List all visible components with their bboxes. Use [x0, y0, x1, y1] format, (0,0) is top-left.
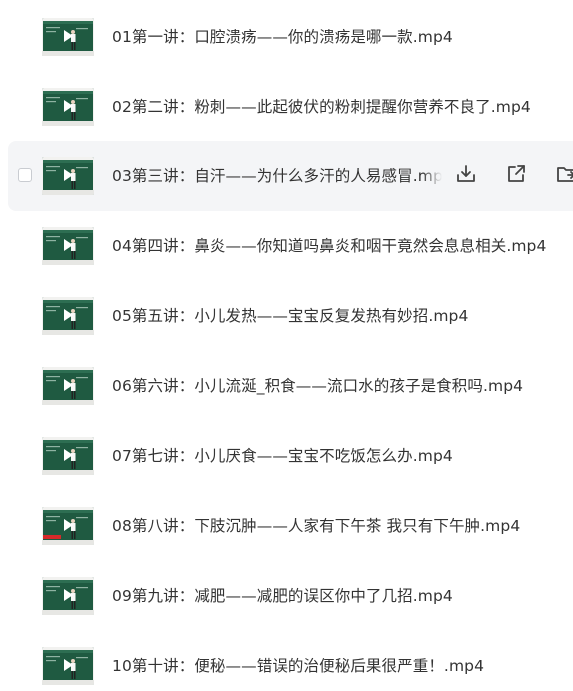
file-row[interactable]: 01第一讲：口腔溃疡——你的溃疡是哪一款.mp4 [8, 2, 573, 72]
video-play-icon [42, 227, 94, 265]
file-row[interactable]: 05第五讲：小儿发热——宝宝反复发热有妙招.mp4 [8, 281, 573, 351]
file-name[interactable]: 07第七讲：小儿厌食——宝宝不吃饭怎么办.mp4 [112, 421, 453, 491]
video-play-icon [42, 437, 94, 475]
video-play-icon [42, 577, 94, 615]
file-name[interactable]: 04第四讲：鼻炎——你知道吗鼻炎和咽干竟然会息息相关.mp4 [112, 211, 546, 281]
file-row[interactable]: 10第十讲：便秘——错误的治便秘后果很严重！.mp4 [8, 631, 573, 691]
video-thumbnail[interactable] [42, 367, 94, 405]
video-thumbnail[interactable] [42, 577, 94, 615]
file-row[interactable]: 02第二讲：粉刺——此起彼伏的粉刺提醒你营养不良了.mp4 [8, 72, 573, 142]
file-row[interactable]: 06第六讲：小儿流涎_积食——流口水的孩子是食积吗.mp4 [8, 351, 573, 421]
download-button[interactable] [454, 164, 478, 188]
video-thumbnail[interactable] [42, 507, 94, 545]
video-play-icon [42, 507, 94, 545]
video-thumbnail[interactable] [42, 18, 94, 56]
video-play-icon [42, 18, 94, 56]
download-icon [455, 163, 477, 189]
file-row[interactable]: 08第八讲：下肢沉肿——人家有下午茶 我只有下午肿.mp4 [8, 491, 573, 561]
file-name[interactable]: 08第八讲：下肢沉肿——人家有下午茶 我只有下午肿.mp4 [112, 491, 520, 561]
file-list: 01第一讲：口腔溃疡——你的溃疡是哪一款.mp4 02第二讲：粉刺——此起彼伏的粉… [0, 0, 573, 691]
file-name[interactable]: 10第十讲：便秘——错误的治便秘后果很严重！.mp4 [112, 631, 484, 691]
video-thumbnail[interactable] [42, 297, 94, 335]
file-name[interactable]: 09第九讲：减肥——减肥的误区你中了几招.mp4 [112, 561, 453, 631]
video-thumbnail[interactable] [42, 227, 94, 265]
file-name[interactable]: 02第二讲：粉刺——此起彼伏的粉刺提醒你营养不良了.mp4 [112, 72, 531, 142]
share-icon [505, 163, 527, 189]
video-play-icon [42, 297, 94, 335]
file-name[interactable]: 05第五讲：小儿发热——宝宝反复发热有妙招.mp4 [112, 281, 468, 351]
video-play-icon [42, 647, 94, 685]
file-row[interactable]: 07第七讲：小儿厌食——宝宝不吃饭怎么办.mp4 [8, 421, 573, 491]
video-thumbnail[interactable] [42, 647, 94, 685]
video-play-icon [42, 88, 94, 126]
video-thumbnail[interactable] [42, 437, 94, 475]
video-thumbnail[interactable] [42, 157, 94, 195]
file-name[interactable]: 03第三讲：自汗——为什么多汗的人易感冒.mp4 [112, 141, 442, 211]
folder-button[interactable] [554, 164, 573, 188]
video-thumbnail[interactable] [42, 88, 94, 126]
file-row[interactable]: 04第四讲：鼻炎——你知道吗鼻炎和咽干竟然会息息相关.mp4 [8, 211, 573, 281]
row-actions [454, 164, 573, 188]
share-button[interactable] [504, 164, 528, 188]
file-name[interactable]: 01第一讲：口腔溃疡——你的溃疡是哪一款.mp4 [112, 2, 453, 72]
file-name[interactable]: 06第六讲：小儿流涎_积食——流口水的孩子是食积吗.mp4 [112, 351, 523, 421]
video-play-icon [42, 157, 94, 195]
folder-icon [555, 163, 573, 189]
select-checkbox[interactable] [18, 168, 32, 182]
file-row[interactable]: 09第九讲：减肥——减肥的误区你中了几招.mp4 [8, 561, 573, 631]
video-play-icon [42, 367, 94, 405]
file-row[interactable]: 03第三讲：自汗——为什么多汗的人易感冒.mp4 [8, 141, 573, 211]
